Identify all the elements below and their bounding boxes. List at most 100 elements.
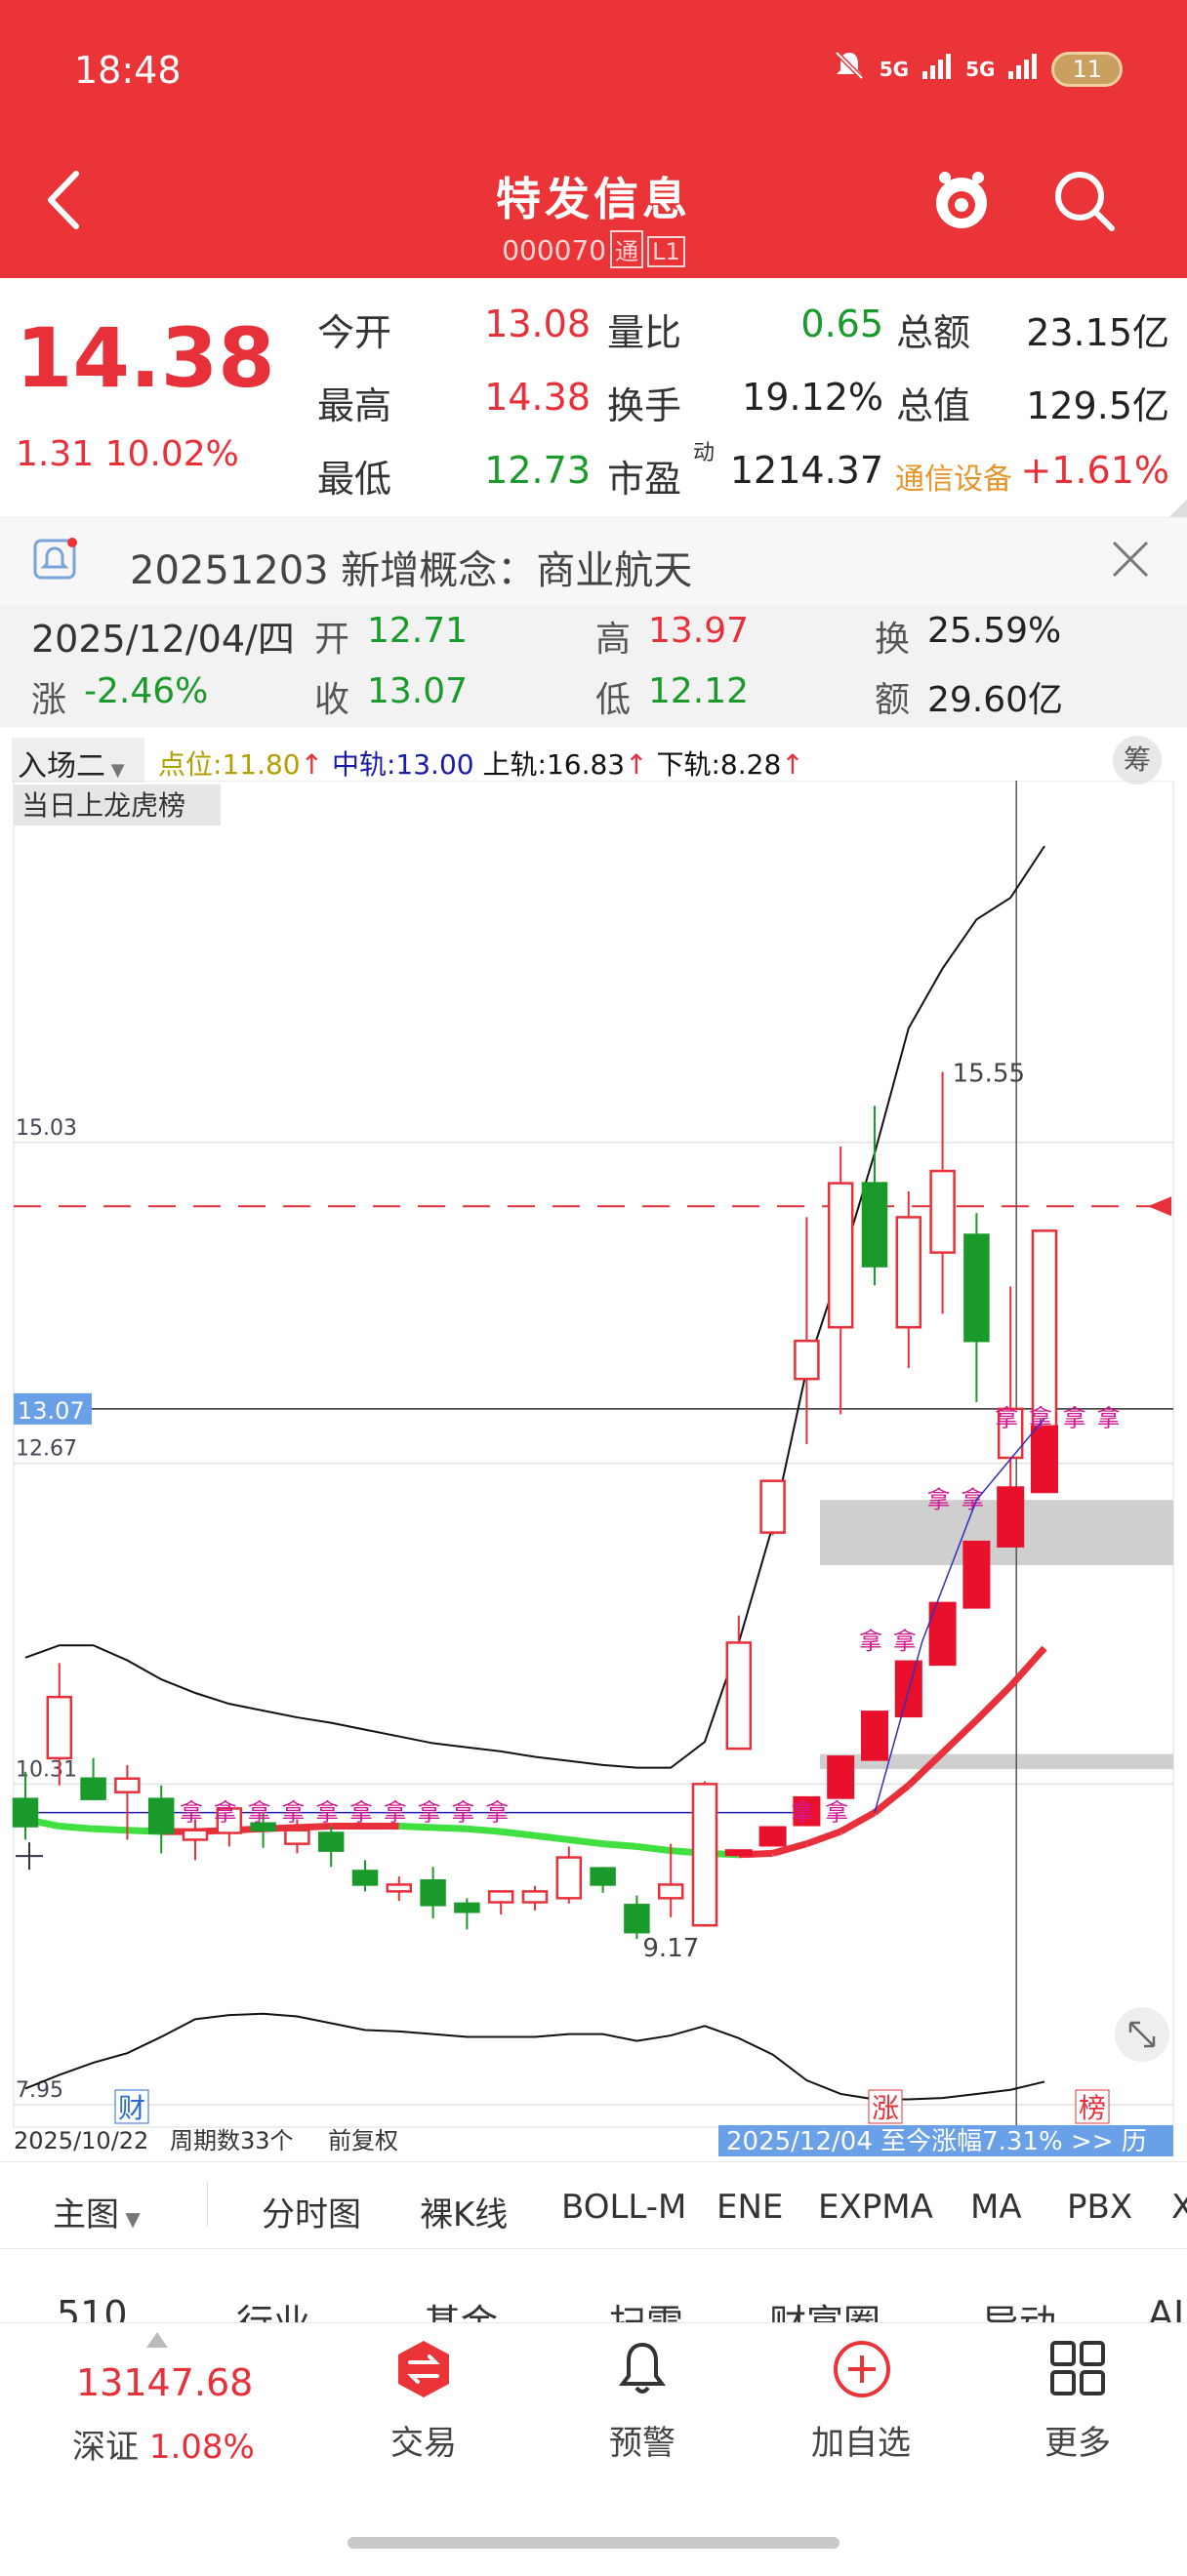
kline-chart[interactable]: 15.0312.6710.317.9513.07拿拿拿拿拿拿拿拿拿拿拿拿拿 拿拿拿… [0,781,1187,2156]
bell-icon[interactable] [613,2339,672,2399]
adjust-label: 前复权 [328,2127,398,2154]
pressure-zone [820,1500,1173,1566]
signal-marker: 拿 [1063,1405,1086,1432]
subtab[interactable]: 行业 [236,2293,310,2322]
industry-pct: +1.61% [1020,449,1169,492]
day-amount: 29.60亿 [927,680,1064,720]
signal-marker: 拿 [349,1799,373,1827]
ma-line-segment [467,1825,502,1835]
quote-value: 13.08 [484,302,591,345]
current-price: 14.38 [16,310,275,406]
signal-marker: 拿 [927,1486,951,1513]
signal-block [1031,1425,1058,1494]
ind-label: 中轨: [331,748,396,781]
search-button[interactable] [1049,166,1118,234]
candle-body [317,1831,345,1852]
candle-body [794,1339,820,1381]
ma-line-segment [500,1828,536,1839]
price-change: 1.31 10.02% [16,434,239,474]
ind-value: 8.28 [719,748,782,781]
candle-body [420,1878,446,1907]
stock-code: 000070 通 L1 [0,230,1187,268]
status-time: 18:48 [74,49,182,92]
signal-bars-icon [922,53,952,87]
index-name: 深证 [72,2428,139,2467]
subtab[interactable]: 扫雷 [609,2293,683,2322]
trade-icon[interactable] [394,2339,453,2399]
tab-x[interactable]: X [1171,2188,1187,2227]
nav-more[interactable]: 更多 [980,2416,1175,2464]
page-title: 特发信息 [496,173,691,225]
tab-main[interactable]: 主图 ▼ [53,2188,141,2235]
tab-boll[interactable]: BOLL-M [561,2188,686,2227]
indicator-select[interactable]: 入场二 ▼ [12,738,144,784]
signal-icon-1: 5G [879,58,910,81]
candle-body [759,1479,786,1534]
day-label: 低 [595,680,632,720]
industry-link[interactable]: 通信设备 [895,455,1012,498]
signal-marker: 拿 [384,1799,407,1827]
candle-body [895,1216,922,1329]
subtab[interactable]: 510 [57,2293,128,2322]
candle-body [80,1777,106,1800]
index-pct: 1.08% [148,2428,255,2467]
ma-line-segment [805,1828,842,1847]
grid-icon[interactable] [1048,2339,1107,2397]
index-value[interactable]: 13147.68 [76,2361,253,2404]
ma-line-segment [398,1823,433,1831]
signal-marker: 拿 [995,1405,1018,1432]
chip-button[interactable]: 筹 [1113,736,1162,785]
tab-expma[interactable]: EXPMA [818,2188,933,2227]
subtab[interactable]: 异动 [982,2293,1056,2322]
day-change: -2.46% [84,671,209,711]
signal-marker: 拿 [418,1799,441,1827]
crosshair-price: 13.07 [18,1397,85,1425]
tab-fenshi[interactable]: 分时图 [262,2188,361,2235]
quote-value: 23.15亿 [1026,311,1169,354]
candle-body [657,1883,684,1900]
candle-body [624,1904,650,1934]
candle-body [351,1870,379,1886]
quote-value: 129.5亿 [1026,384,1169,427]
quote-value: 14.38 [484,376,591,419]
tab-pbx[interactable]: PBX [1067,2188,1132,2227]
day-label: 额 [875,680,911,720]
subtab[interactable]: AI [1148,2293,1184,2322]
signal-block [997,1486,1025,1548]
signal-icon-2: 5G [965,58,996,81]
nav-trade[interactable]: 交易 [326,2416,521,2464]
ind-label: 点位: [158,748,223,781]
min-label: 9.17 [642,1934,699,1963]
quote-label: 换手 [607,384,682,427]
quote-value: 12.73 [484,449,591,492]
signal-marker: 拿 [281,1799,305,1827]
chevron-down-icon: ▼ [105,760,125,781]
triangle-up-icon [144,2330,170,2350]
day-label: 涨 [31,680,67,720]
nav-add-watch[interactable]: 加自选 [763,2416,959,2464]
indicator-tabs: 主图 ▼ 分时图 裸K线 BOLL-M ENE EXPMA MA PBX X [0,2161,1187,2249]
tab-ene[interactable]: ENE [716,2188,783,2227]
max-label: 15.55 [953,1059,1025,1088]
tab-ma[interactable]: MA [970,2188,1022,2227]
mascot-icon[interactable] [927,166,996,234]
signal-bars-icon [1008,53,1038,87]
ma-line-segment [432,1824,468,1832]
signal-marker: 拿 [825,1799,848,1827]
candle-body [487,1890,514,1904]
candle-body [46,1695,73,1760]
event-marker: 榜 [1079,2092,1106,2124]
signal-block [861,1711,888,1761]
day-label: 收 [314,680,350,720]
day-low: 12.12 [648,671,750,711]
add-icon[interactable] [832,2339,892,2399]
candle-body [386,1883,413,1893]
nav-alert[interactable]: 预警 [545,2416,740,2464]
ind-label: 上轨: [482,748,547,781]
close-icon[interactable] [1106,535,1155,584]
subtab[interactable]: 财富圈 [769,2293,880,2322]
divider [207,2182,208,2227]
subtab[interactable]: 基金 [424,2293,498,2322]
tab-luok[interactable]: 裸K线 [420,2188,508,2235]
signal-marker: 拿 [1029,1405,1052,1432]
